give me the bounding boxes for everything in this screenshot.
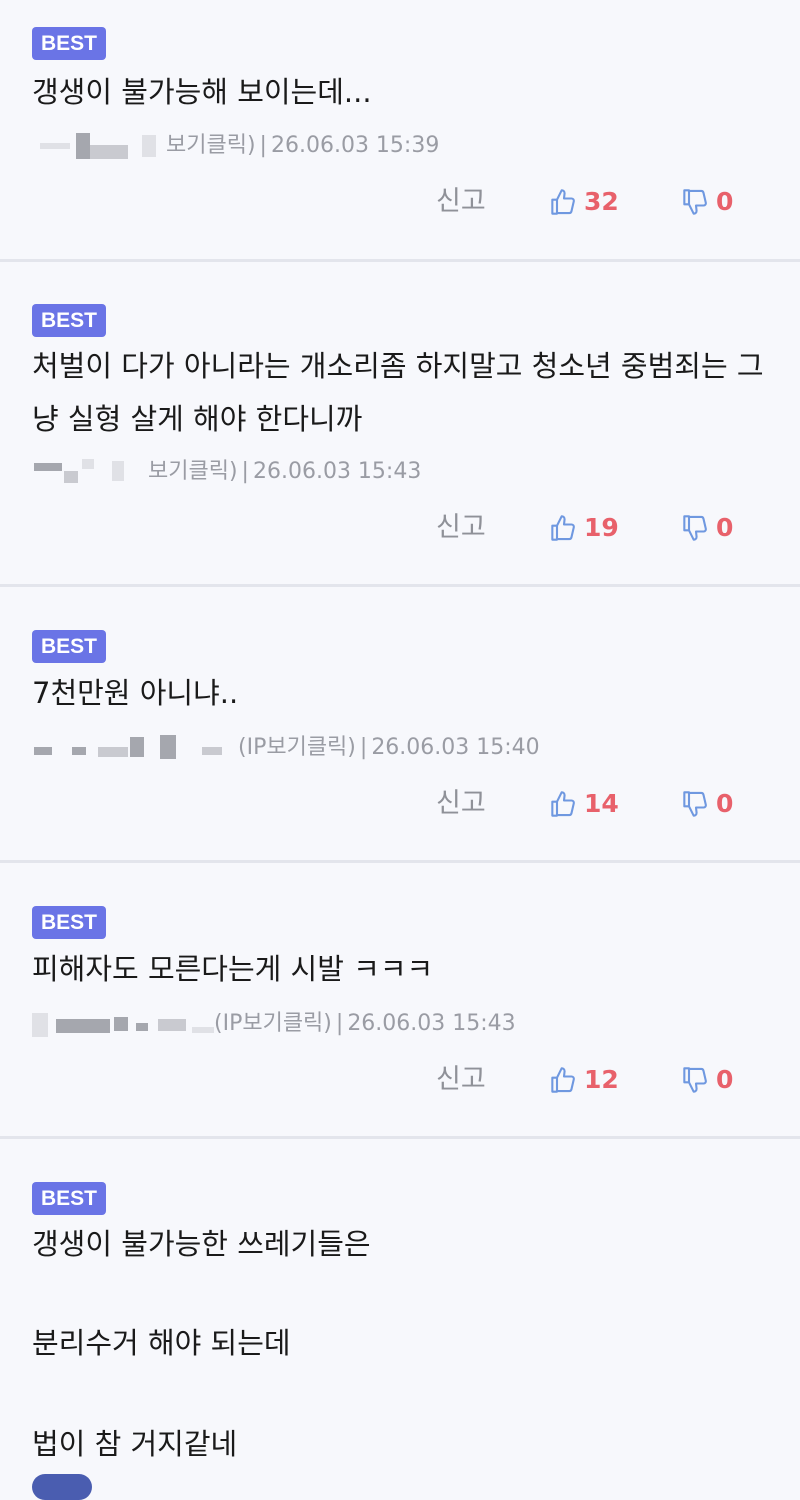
- comment-text: 처벌이 다가 아니라는 개소리좀 하지말고 청소년 중범죄는 그냥 실형 살게 …: [32, 349, 764, 436]
- thumbs-down-icon: [683, 515, 707, 541]
- ip-note[interactable]: (IP보기클릭): [214, 1011, 332, 1036]
- best-badge: BEST: [32, 27, 106, 60]
- comment-actions: 신고 19 0: [0, 508, 800, 548]
- report-button[interactable]: 신고: [436, 1060, 486, 1100]
- like-count: 32: [584, 187, 619, 216]
- best-badge: BEST: [32, 1182, 106, 1215]
- thumbs-down-icon: [683, 189, 707, 215]
- comment-actions: 신고 14 0: [0, 784, 800, 824]
- best-badge: BEST: [32, 630, 106, 663]
- author-masked[interactable]: [32, 1009, 222, 1039]
- report-button[interactable]: 신고: [436, 784, 486, 824]
- thumbs-up-icon: [551, 515, 575, 541]
- comment-actions: 신고 12 0: [0, 1060, 800, 1100]
- comment-meta: 보기클릭) | 26.06.03 15:39: [166, 133, 440, 158]
- ip-note[interactable]: 보기클릭): [166, 133, 256, 158]
- ip-note[interactable]: 보기클릭): [148, 459, 238, 484]
- comment-date: 26.06.03 15:40: [371, 735, 540, 760]
- dislike-count: 0: [716, 513, 734, 542]
- comment-meta: (IP보기클릭) | 26.06.03 15:40: [238, 735, 540, 760]
- comment-date: 26.06.03 15:43: [252, 459, 422, 484]
- ip-note[interactable]: (IP보기클릭): [238, 735, 356, 760]
- best-badge: BEST: [32, 906, 106, 939]
- like-count: 19: [584, 513, 619, 542]
- thumbs-down-icon: [683, 1067, 707, 1093]
- comment-text: 7천만원 아니냐..: [32, 676, 239, 710]
- comment-date: 26.06.03 15:43: [347, 1011, 516, 1036]
- dislike-count: 0: [716, 1065, 734, 1094]
- thumbs-up-icon: [551, 1067, 575, 1093]
- comment-text-line: 법이 참 거지같네: [32, 1427, 238, 1461]
- comment-date: 26.06.03 15:39: [270, 133, 440, 158]
- comment-meta: (IP보기클릭) | 26.06.03 15:43: [214, 1011, 516, 1036]
- comment-meta: 보기클릭) | 26.06.03 15:43: [148, 459, 422, 484]
- author-masked[interactable]: [32, 131, 172, 161]
- best-badge: BEST: [32, 304, 106, 337]
- like-count: 14: [584, 789, 619, 818]
- report-button[interactable]: 신고: [436, 182, 486, 222]
- thumbs-up-icon: [551, 189, 575, 215]
- comment-actions: 신고 32 0: [0, 182, 800, 222]
- comment-item: BEST 처벌이 다가 아니라는 개소리좀 하지말고 청소년 중범죄는 그냥 실…: [0, 262, 800, 587]
- thumbs-up-icon: [551, 791, 575, 817]
- dislike-count: 0: [716, 187, 734, 216]
- like-count: 12: [584, 1065, 619, 1094]
- comment-item: BEST 갱생이 불가능한 쓰레기들은 분리수거 해야 되는데 법이 참 거지같…: [0, 1139, 800, 1487]
- avatar: [32, 1474, 92, 1500]
- comment-text: 피해자도 모른다는게 시발 ㅋㅋㅋ: [32, 952, 434, 986]
- dislike-count: 0: [716, 789, 734, 818]
- comment-item: BEST 7천만원 아니냐.. (IP보기클릭) | 26.06.03 15:40 …: [0, 587, 800, 863]
- comment-text-line: 갱생이 불가능한 쓰레기들은: [32, 1227, 371, 1261]
- comment-text: 갱생이 불가능해 보이는데...: [32, 75, 372, 109]
- author-masked[interactable]: [32, 457, 152, 487]
- comment-item: BEST 갱생이 불가능해 보이는데... 보기클릭) | 26.06.03 15:…: [0, 0, 800, 262]
- comment-text-line: 분리수거 해야 되는데: [32, 1326, 291, 1360]
- thumbs-down-icon: [683, 791, 707, 817]
- report-button[interactable]: 신고: [436, 508, 486, 548]
- comment-item: BEST 피해자도 모른다는게 시발 ㅋㅋㅋ (IP보기클릭) | 26.06.03…: [0, 863, 800, 1139]
- author-masked[interactable]: [32, 733, 232, 763]
